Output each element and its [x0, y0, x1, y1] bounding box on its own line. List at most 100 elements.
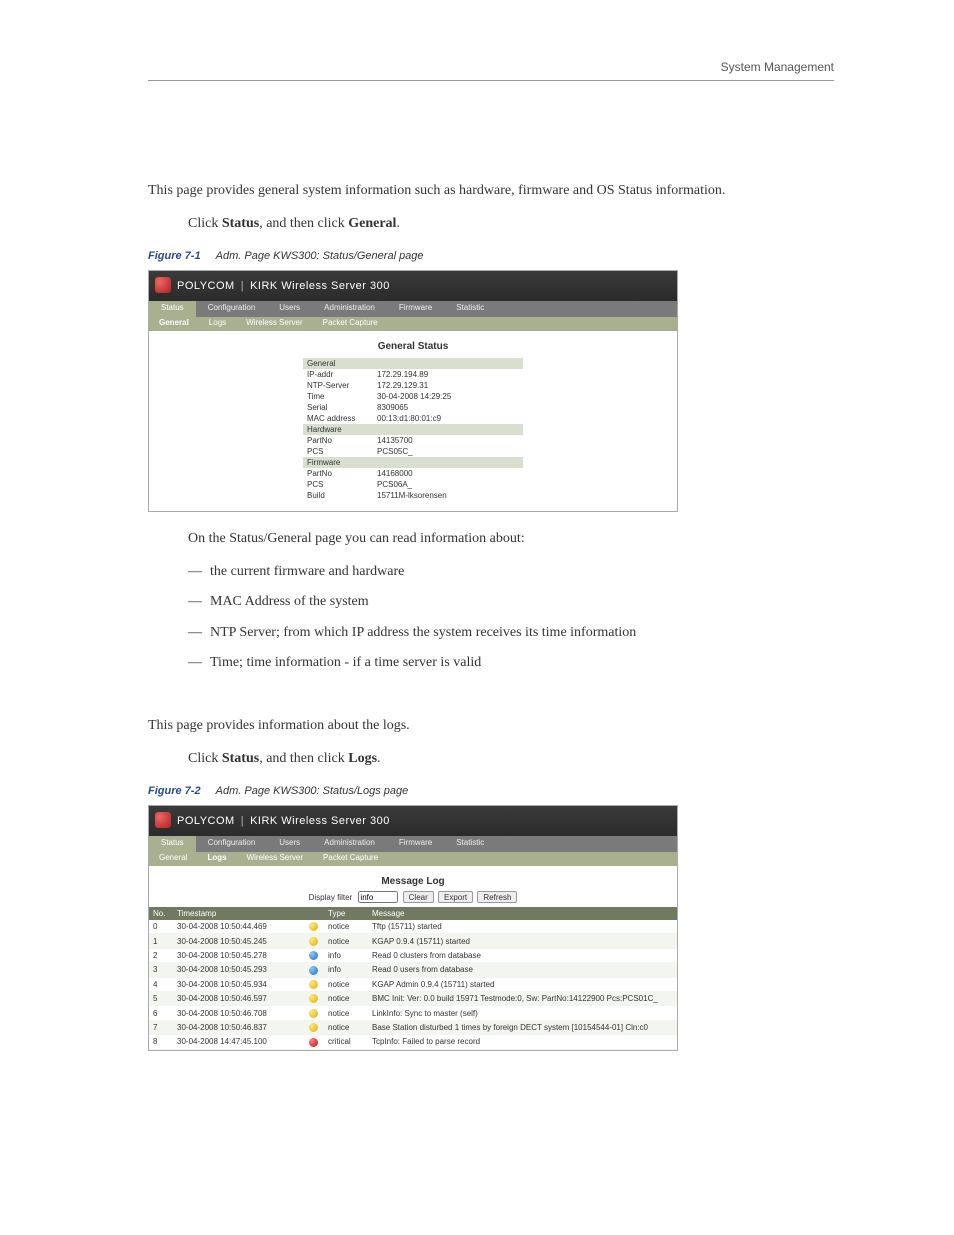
notice-icon [309, 1023, 318, 1032]
gs-row: MAC address00:13:d1:80:01:c9 [303, 413, 523, 424]
page-header: System Management [721, 60, 834, 74]
message-log-table: No. Timestamp Type Message 030-04-2008 1… [149, 907, 677, 1050]
figure-7-2-caption: Figure 7-2 Adm. Page KWS300: Status/Logs… [148, 785, 834, 797]
tab-statistic[interactable]: Statistic [444, 301, 496, 317]
tab2-users[interactable]: Users [267, 836, 312, 852]
tab-firmware[interactable]: Firmware [387, 301, 444, 317]
col-no: No. [149, 907, 173, 920]
shot2-header: POLYCOM | KIRK Wireless Server 300 [149, 806, 677, 836]
gs-row: NTP-Server172.29.129.31 [303, 380, 523, 391]
tab2-configuration[interactable]: Configuration [196, 836, 268, 852]
section1-intro: This page provides general system inform… [148, 180, 834, 201]
brand2-sep: | [241, 815, 244, 827]
subtab2-logs[interactable]: Logs [197, 852, 236, 866]
bullet-item: NTP Server; from which IP address the sy… [188, 622, 834, 644]
step-text: Click [188, 216, 222, 231]
tab-users[interactable]: Users [267, 301, 312, 317]
tab2-status[interactable]: Status [149, 836, 196, 852]
shot-header: POLYCOM | KIRK Wireless Server 300 [149, 271, 677, 301]
col-message: Message [368, 907, 677, 920]
notice-icon [309, 980, 318, 989]
message-log-filter: Display filter Clear Export Refresh [149, 891, 677, 904]
message-log-title: Message Log [149, 876, 677, 887]
gs-section-row: Hardware [303, 424, 523, 435]
log-row: 330-04-2008 10:50:45.293infoRead 0 users… [149, 963, 677, 977]
step2-text-suffix: . [377, 751, 381, 766]
gs-section-row: General [303, 358, 523, 369]
bullet-item: MAC Address of the system [188, 591, 834, 613]
section1-step: Click Status, and then click General. [188, 213, 834, 234]
general-status-table: GeneralIP-addr172.29.194.89NTP-Server172… [303, 358, 523, 501]
subtab2-packet-capture[interactable]: Packet Capture [313, 852, 388, 866]
gs-row: Build15711M-lksorensen [303, 490, 523, 501]
gs-row: PCSPCS06A_ [303, 479, 523, 490]
step2-text-mid: , and then click [259, 751, 348, 766]
clear-button[interactable]: Clear [403, 891, 434, 903]
tab2-statistic[interactable]: Statistic [444, 836, 496, 852]
brand2-product: KIRK Wireless Server 300 [250, 815, 390, 827]
log-row: 030-04-2008 10:50:44.469noticeTftp (1571… [149, 920, 677, 934]
step-text-mid: , and then click [259, 216, 348, 231]
filter-input[interactable] [358, 891, 398, 903]
log-row: 130-04-2008 10:50:45.245noticeKGAP 0.9.4… [149, 934, 677, 948]
step-status: Status [222, 216, 259, 231]
tab2-administration[interactable]: Administration [312, 836, 387, 852]
notice-icon [309, 922, 318, 931]
subtab2-general[interactable]: General [149, 852, 197, 866]
tab-configuration[interactable]: Configuration [196, 301, 268, 317]
info-icon [309, 966, 318, 975]
screenshot-message-log: POLYCOM | KIRK Wireless Server 300 Statu… [148, 805, 678, 1051]
filter-label: Display filter [309, 893, 353, 902]
col-level-icon [303, 907, 324, 920]
critical-icon [309, 1038, 318, 1047]
sub-tabs-1: General Logs Wireless Server Packet Capt… [149, 317, 677, 331]
tab-status[interactable]: Status [149, 301, 196, 317]
log-row: 830-04-2008 14:47:45.100criticalTcpInfo:… [149, 1035, 677, 1049]
tab-administration[interactable]: Administration [312, 301, 387, 317]
top-tabs-2: Status Configuration Users Administratio… [149, 836, 677, 852]
step-text-suffix: . [396, 216, 400, 231]
step2-status: Status [222, 751, 259, 766]
refresh-button[interactable]: Refresh [477, 891, 517, 903]
col-timestamp: Timestamp [173, 907, 303, 920]
subtab-packet-capture[interactable]: Packet Capture [313, 317, 388, 331]
fig2-num: Figure 7-2 [148, 785, 201, 797]
subtab2-wireless-server[interactable]: Wireless Server [237, 852, 313, 866]
gs-row: Time30-04-2008 14:29:25 [303, 391, 523, 402]
gs-row: IP-addr172.29.194.89 [303, 369, 523, 380]
export-button[interactable]: Export [438, 891, 473, 903]
log-row: 430-04-2008 10:50:45.934noticeKGAP Admin… [149, 977, 677, 991]
fig-title: Adm. Page KWS300: Status/General page [216, 250, 424, 262]
step2-logs: Logs [348, 751, 377, 766]
tab2-firmware[interactable]: Firmware [387, 836, 444, 852]
gs-section-row: Firmware [303, 457, 523, 468]
figure-7-1-caption: Figure 7-1 Adm. Page KWS300: Status/Gene… [148, 250, 834, 262]
screenshot-general-status: POLYCOM | KIRK Wireless Server 300 Statu… [148, 270, 678, 512]
bullet-list: the current firmware and hardwareMAC Add… [188, 561, 834, 675]
subtab-general[interactable]: General [149, 317, 199, 331]
section2-step: Click Status, and then click Logs. [188, 748, 834, 769]
gs-row: PCSPCS05C_ [303, 446, 523, 457]
gs-row: Serial8309065 [303, 402, 523, 413]
header-rule [148, 80, 834, 81]
fig2-title: Adm. Page KWS300: Status/Logs page [216, 785, 409, 797]
step2-text: Click [188, 751, 222, 766]
sub-tabs-2: General Logs Wireless Server Packet Capt… [149, 852, 677, 866]
brand-sep: | [241, 280, 244, 292]
notice-icon [309, 994, 318, 1003]
col-type: Type [324, 907, 368, 920]
section2-intro: This page provides information about the… [148, 715, 834, 736]
subtab-wireless-server[interactable]: Wireless Server [236, 317, 312, 331]
gs-row: PartNo14135700 [303, 435, 523, 446]
log-row: 530-04-2008 10:50:46.597noticeBMC Init: … [149, 992, 677, 1006]
bullet-item: Time; time information - if a time serve… [188, 652, 834, 674]
top-tabs: Status Configuration Users Administratio… [149, 301, 677, 317]
notice-icon [309, 937, 318, 946]
brand-product: KIRK Wireless Server 300 [250, 280, 390, 292]
brand-polycom: POLYCOM [177, 280, 235, 292]
general-status-title: General Status [149, 341, 677, 352]
subtab-logs[interactable]: Logs [199, 317, 236, 331]
log-row: 230-04-2008 10:50:45.278infoRead 0 clust… [149, 948, 677, 962]
gs-row: PartNo14168000 [303, 468, 523, 479]
notice-icon [309, 1009, 318, 1018]
